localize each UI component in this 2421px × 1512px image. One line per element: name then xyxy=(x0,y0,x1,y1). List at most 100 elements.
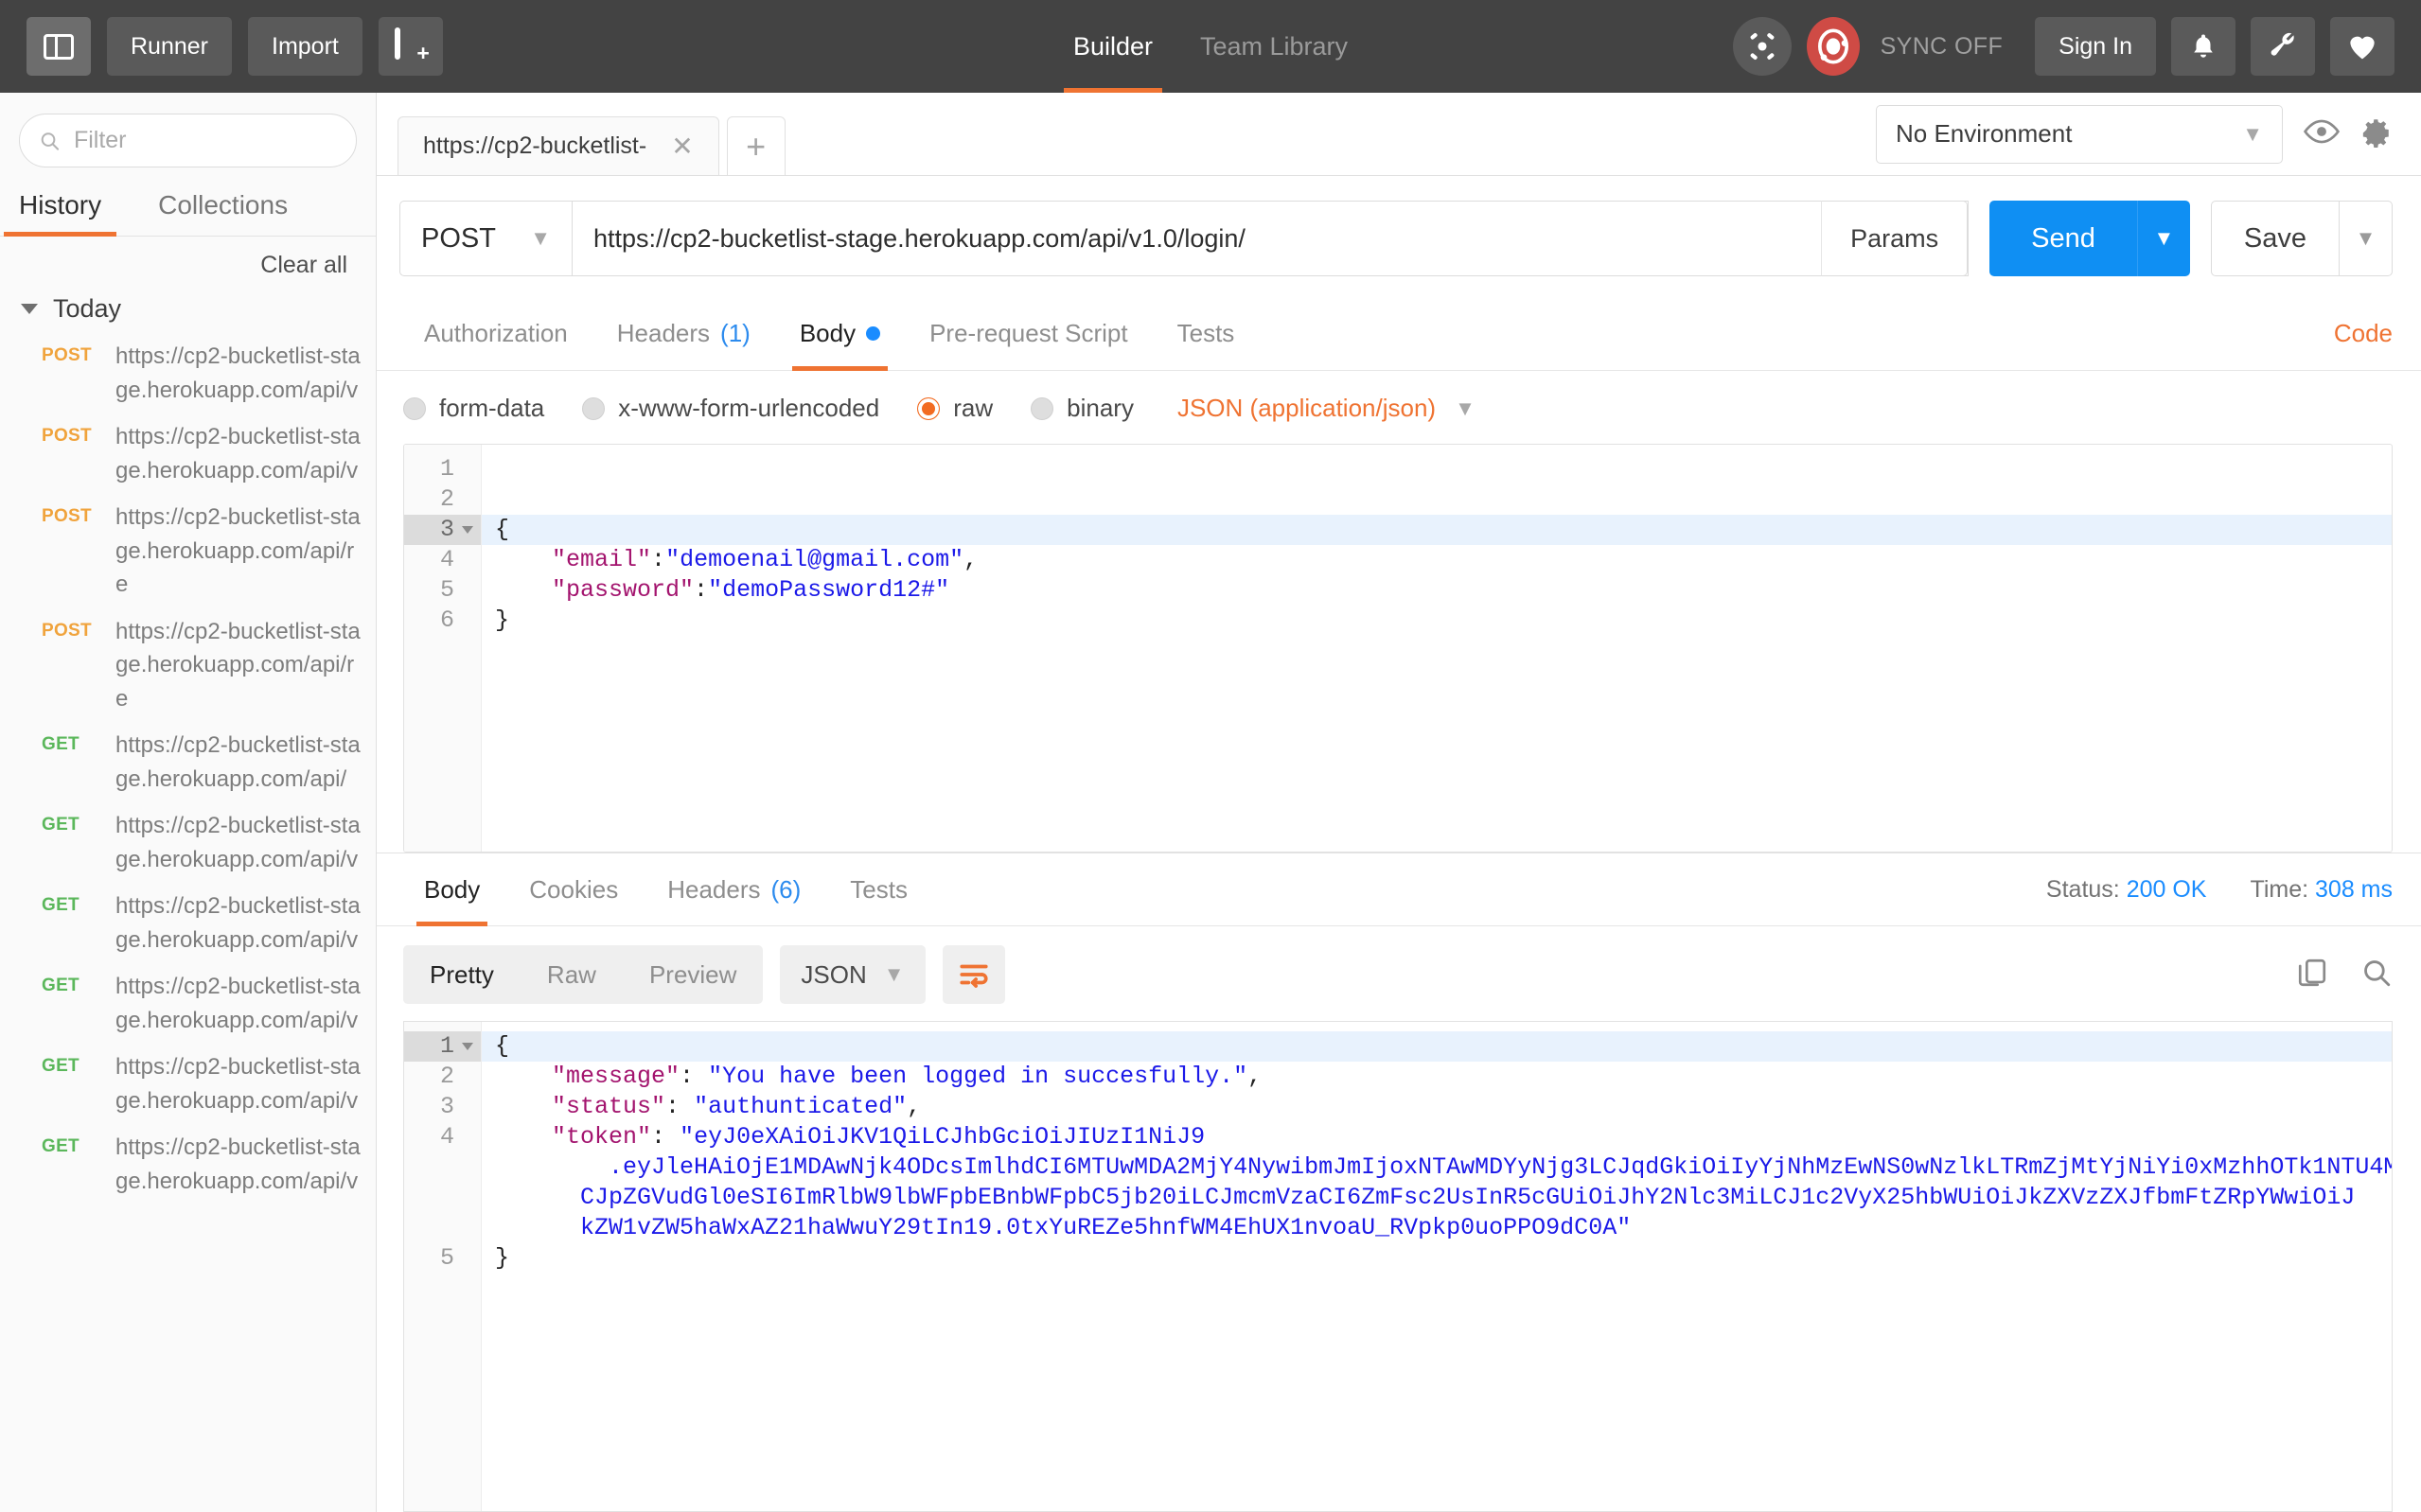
history-item[interactable]: GEThttps://cp2-bucketlist-stage.herokuap… xyxy=(0,722,376,802)
tab-headers[interactable]: Headers (1) xyxy=(592,297,775,371)
chevron-down-icon: ▼ xyxy=(884,962,905,987)
request-tab-label: https://cp2-bucketlist- xyxy=(423,132,646,160)
line-number xyxy=(404,1213,481,1243)
request-body-editor[interactable]: 1 2 3 4 5 6 { "email":"demoenail@gmail.c… xyxy=(403,444,2393,853)
tab-body-label: Body xyxy=(800,319,856,348)
save-button[interactable]: Save xyxy=(2211,201,2340,276)
favorites-button[interactable] xyxy=(2330,17,2394,76)
body-mode-urlencoded[interactable]: x-www-form-urlencoded xyxy=(582,394,879,423)
body-mode-form-data[interactable]: form-data xyxy=(403,394,544,423)
runner-button[interactable]: Runner xyxy=(107,17,232,76)
line-number: 5 xyxy=(404,1243,481,1274)
send-options-button[interactable]: ▼ xyxy=(2137,201,2190,276)
send-button[interactable]: Send xyxy=(1989,201,2137,276)
filter-box[interactable] xyxy=(19,114,357,167)
code-line xyxy=(482,484,2392,515)
import-button[interactable]: Import xyxy=(248,17,362,76)
sidebar-tab-history[interactable]: History xyxy=(17,181,103,236)
search-response-button[interactable] xyxy=(2360,957,2393,993)
app-header: Runner Import + Builder Team Library xyxy=(0,0,2421,93)
http-method-select[interactable]: POST ▼ xyxy=(399,201,572,276)
history-list[interactable]: Today POSThttps://cp2-bucketlist-stage.h… xyxy=(0,287,376,1512)
history-item-url: https://cp2-bucketlist-stage.herokuapp.c… xyxy=(115,970,364,1037)
line-number: 2 xyxy=(404,1062,481,1092)
response-tab-headers-count: (6) xyxy=(770,875,801,905)
filter-container xyxy=(0,93,376,181)
response-tab-body[interactable]: Body xyxy=(399,853,504,926)
response-tab-cookies[interactable]: Cookies xyxy=(504,853,643,926)
sync-off-icon xyxy=(1814,26,1852,67)
request-body-code[interactable]: { "email":"demoenail@gmail.com", "passwo… xyxy=(482,445,2392,852)
history-item[interactable]: GEThttps://cp2-bucketlist-stage.herokuap… xyxy=(0,1044,376,1124)
response-format-select[interactable]: JSON ▼ xyxy=(780,945,925,1004)
response-body-editor[interactable]: 1 2 3 4 5 { "message": "You have been lo… xyxy=(403,1021,2393,1512)
code-token-value: "demoPassword12#" xyxy=(708,576,949,604)
view-mode-preview[interactable]: Preview xyxy=(623,945,763,1004)
tab-tests[interactable]: Tests xyxy=(1153,297,1260,371)
sidebar-tab-collections[interactable]: Collections xyxy=(156,181,290,236)
history-item[interactable]: POSThttps://cp2-bucketlist-stage.herokua… xyxy=(0,494,376,608)
new-tab-button[interactable]: + xyxy=(379,17,443,76)
history-item[interactable]: GEThttps://cp2-bucketlist-stage.herokuap… xyxy=(0,802,376,883)
fold-arrow-icon[interactable] xyxy=(462,526,473,534)
history-item[interactable]: POSThttps://cp2-bucketlist-stage.herokua… xyxy=(0,608,376,723)
response-body-code[interactable]: { "message": "You have been logged in su… xyxy=(482,1022,2392,1511)
chevron-down-icon xyxy=(21,304,38,314)
tab-team-library[interactable]: Team Library xyxy=(1200,0,1348,93)
view-mode-pretty[interactable]: Pretty xyxy=(403,945,521,1004)
history-item[interactable]: GEThttps://cp2-bucketlist-stage.herokuap… xyxy=(0,883,376,963)
tab-pre-request-script[interactable]: Pre-request Script xyxy=(905,297,1153,371)
settings-button[interactable] xyxy=(2251,17,2315,76)
response-format-label: JSON xyxy=(801,960,866,990)
view-mode-raw[interactable]: Raw xyxy=(521,945,623,1004)
tab-authorization[interactable]: Authorization xyxy=(399,297,592,371)
interceptor-icon xyxy=(1746,30,1778,62)
notifications-button[interactable] xyxy=(2171,17,2235,76)
tab-body[interactable]: Body xyxy=(775,297,905,371)
history-item[interactable]: POSThttps://cp2-bucketlist-stage.herokua… xyxy=(0,333,376,413)
code-line: "message": "You have been logged in succ… xyxy=(482,1062,2392,1092)
add-request-tab-button[interactable]: + xyxy=(727,116,786,175)
sync-status-label: SYNC OFF xyxy=(1881,33,2004,61)
save-options-button[interactable]: ▼ xyxy=(2340,201,2393,276)
response-tab-headers[interactable]: Headers (6) xyxy=(643,853,825,926)
clear-all-button[interactable]: Clear all xyxy=(260,252,347,279)
header-left-toolbar: Runner Import + xyxy=(0,17,443,76)
interceptor-button[interactable] xyxy=(1733,17,1792,76)
code-link[interactable]: Code xyxy=(2334,319,2393,348)
request-tab[interactable]: https://cp2-bucketlist- ✕ xyxy=(398,116,719,175)
history-item-method: POST xyxy=(42,615,100,642)
response-view-mode-group: Pretty Raw Preview xyxy=(403,945,763,1004)
history-group-today[interactable]: Today xyxy=(0,287,376,333)
request-response-pane: https://cp2-bucketlist- ✕ + No Environme… xyxy=(377,93,2421,1512)
wrap-lines-button[interactable] xyxy=(943,945,1005,1004)
environment-quick-look-button[interactable] xyxy=(2304,119,2340,149)
url-input[interactable] xyxy=(573,224,1821,254)
sync-status-button[interactable] xyxy=(1807,17,1860,76)
history-item[interactable]: GEThttps://cp2-bucketlist-stage.herokuap… xyxy=(0,963,376,1044)
sign-in-button[interactable]: Sign In xyxy=(2035,17,2156,76)
status-value: 200 OK xyxy=(2127,876,2207,903)
response-tab-tests[interactable]: Tests xyxy=(825,853,932,926)
environment-select[interactable]: No Environment ▼ xyxy=(1876,105,2283,164)
close-icon[interactable]: ✕ xyxy=(671,133,693,160)
params-button[interactable]: Params xyxy=(1821,201,1968,276)
history-item-url: https://cp2-bucketlist-stage.herokuapp.c… xyxy=(115,729,364,796)
tab-builder[interactable]: Builder xyxy=(1073,0,1153,93)
line-number: 4 xyxy=(404,1122,481,1152)
response-tab-headers-label: Headers xyxy=(667,875,760,905)
manage-environments-button[interactable] xyxy=(2360,115,2393,152)
body-mode-raw[interactable]: raw xyxy=(917,394,993,423)
wrench-icon xyxy=(2268,31,2298,62)
search-input[interactable] xyxy=(74,127,337,154)
history-item[interactable]: GEThttps://cp2-bucketlist-stage.herokuap… xyxy=(0,1124,376,1204)
url-input-wrap: Params xyxy=(572,201,1969,276)
copy-button[interactable] xyxy=(2296,957,2328,993)
history-item[interactable]: POSThttps://cp2-bucketlist-stage.herokua… xyxy=(0,413,376,494)
body-mode-binary[interactable]: binary xyxy=(1031,394,1134,423)
fold-arrow-icon[interactable] xyxy=(462,1043,473,1050)
history-item-url: https://cp2-bucketlist-stage.herokuapp.c… xyxy=(115,501,364,602)
sidebar-toggle-button[interactable] xyxy=(27,17,91,76)
content-type-select[interactable]: JSON (application/json) ▼ xyxy=(1177,394,1476,423)
code-token-colon: : xyxy=(651,1123,680,1151)
